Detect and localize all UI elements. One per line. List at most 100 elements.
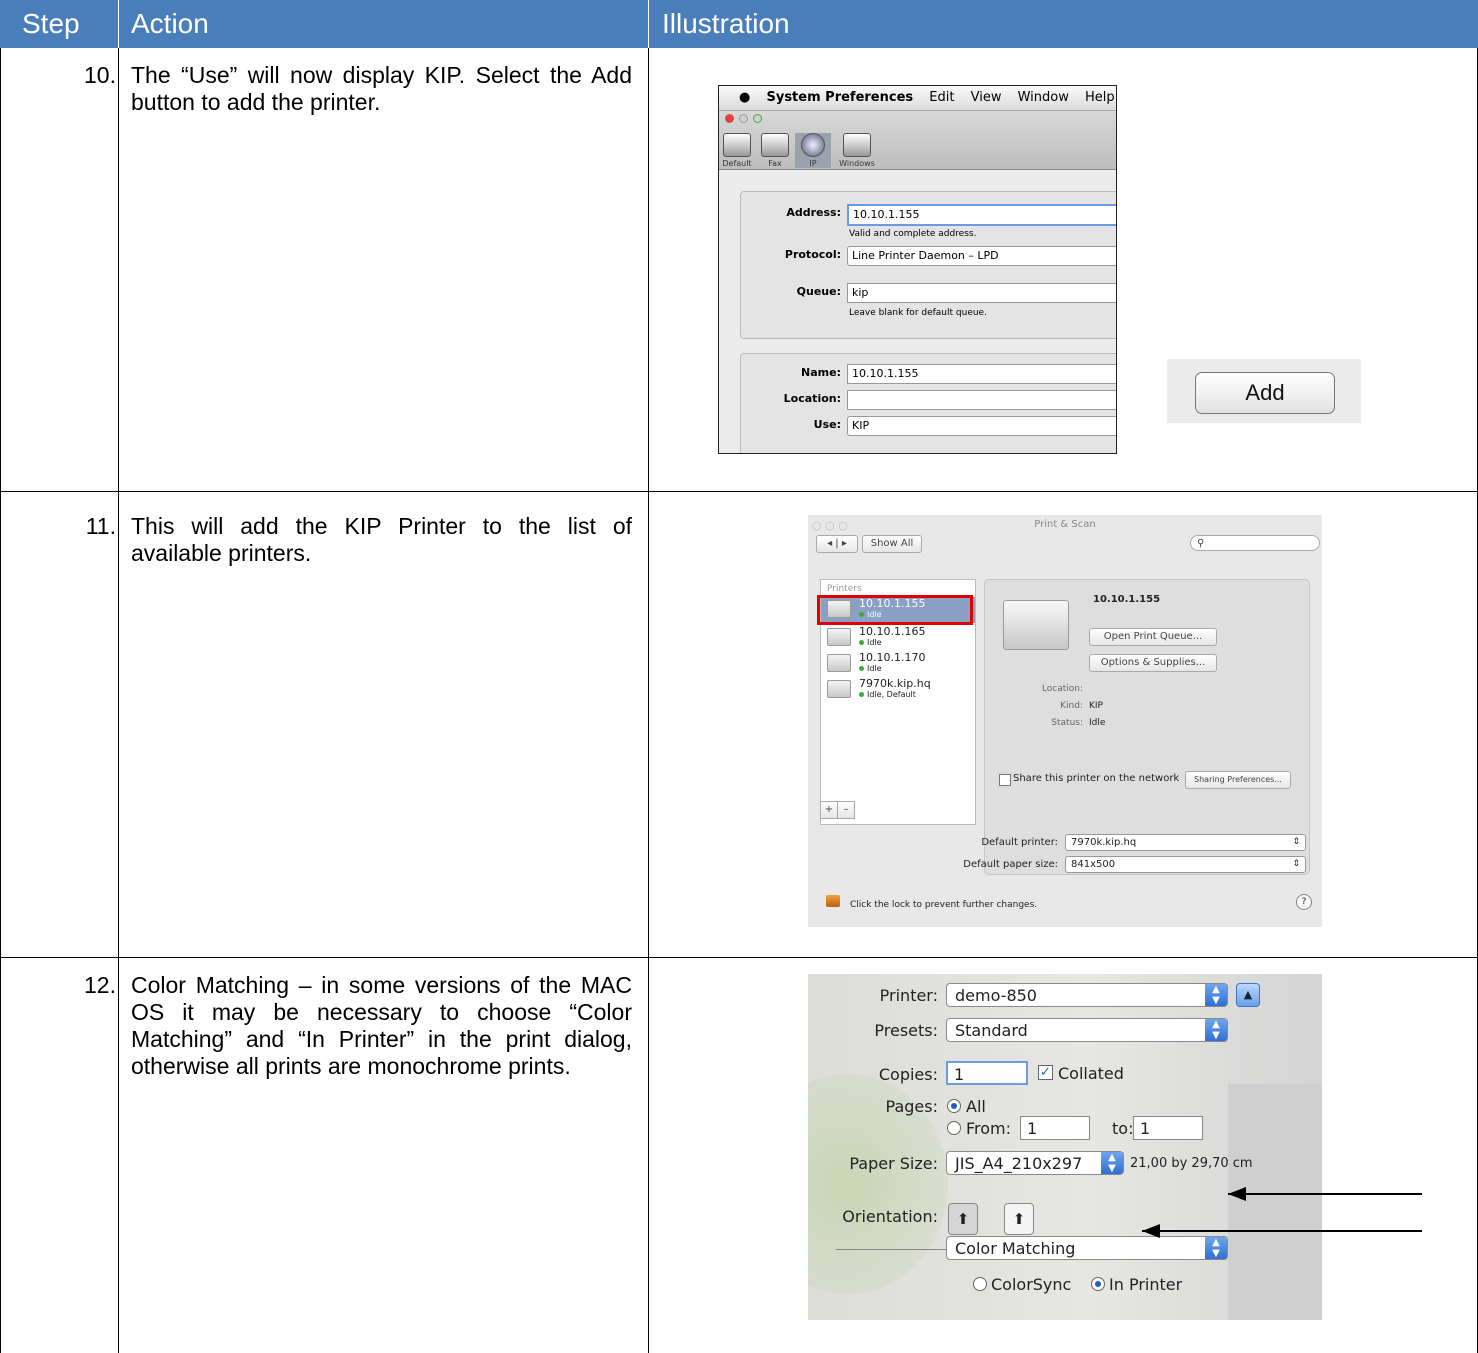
portrait-orientation-button[interactable]: ⬆︎	[948, 1203, 978, 1235]
printer-image	[1003, 600, 1069, 650]
step-description: Color Matching – in some versions of the…	[131, 972, 632, 1079]
search-input[interactable]: ⚲	[1190, 535, 1320, 551]
printer-status: Idle, Default	[859, 690, 916, 699]
pages-from-radio[interactable]	[947, 1121, 961, 1135]
colorsync-label: ColorSync	[991, 1275, 1072, 1294]
printer-icon	[723, 133, 751, 157]
address-field[interactable]: 10.10.1.155	[847, 204, 1116, 226]
name-field[interactable]: 10.10.1.155	[847, 364, 1116, 384]
share-checkbox[interactable]	[999, 774, 1011, 786]
annotation-arrows	[1142, 1187, 1422, 1238]
pages-label: Pages:	[885, 1097, 938, 1116]
in-printer-radio[interactable]	[1091, 1277, 1105, 1291]
minimize-icon[interactable]	[739, 114, 748, 123]
printers-header: Printers	[827, 584, 862, 594]
show-all-button[interactable]: Show All	[862, 535, 922, 553]
header-action: Action	[131, 8, 209, 39]
window-title: Print & Scan	[1034, 519, 1096, 530]
header-divider	[118, 0, 119, 48]
step-number: 12.	[84, 972, 116, 998]
kind-value: KIP	[1089, 701, 1103, 711]
updown-icon: ⇕	[1292, 837, 1300, 847]
close-icon[interactable]	[725, 114, 734, 123]
menu-system-preferences[interactable]: System Preferences	[766, 90, 913, 105]
address-label: Address:	[786, 206, 841, 219]
menu-view[interactable]: View	[971, 90, 1002, 105]
menu-bar: ● System Preferences Edit View Window He…	[719, 86, 1116, 111]
menu-window[interactable]: Window	[1018, 90, 1069, 105]
toolbar-windows[interactable]: Windows	[835, 133, 879, 168]
to-field[interactable]: 1	[1133, 1116, 1203, 1140]
default-paper-select[interactable]: 841x500 ⇕	[1065, 856, 1306, 873]
screenshot-printer-setup: ● System Preferences Edit View Window He…	[718, 85, 1117, 454]
add-button[interactable]: Add	[1195, 372, 1335, 414]
menu-help[interactable]: Help	[1085, 90, 1115, 105]
list-item[interactable]: 10.10.1.165 Idle	[827, 625, 975, 651]
status-label: Status:	[1051, 718, 1083, 728]
in-printer-label: In Printer	[1109, 1275, 1183, 1294]
open-print-queue-button[interactable]: Open Print Queue...	[1089, 628, 1217, 646]
separator-line	[836, 1249, 948, 1250]
toolbar-default[interactable]: Default	[719, 133, 755, 168]
updown-icon: ▲ ▼	[1205, 1019, 1227, 1041]
globe-icon	[801, 133, 825, 157]
paper-size-label: Paper Size:	[849, 1154, 938, 1173]
default-printer-select[interactable]: 7970k.kip.hq ⇕	[1065, 834, 1306, 851]
pages-all-label: All	[966, 1097, 986, 1116]
apple-icon[interactable]: ●	[739, 90, 750, 105]
presets-select[interactable]: Standard ▲ ▼	[946, 1018, 1228, 1042]
screenshot-print-dialog: Printer: demo-850 ▲ ▼ ▲ Presets: Standard ▲…	[808, 974, 1322, 1320]
collated-checkbox[interactable]: ✓	[1038, 1065, 1053, 1080]
table-border	[648, 48, 649, 1353]
address-panel: Address: 10.10.1.155 Valid and complete …	[740, 191, 1116, 339]
updown-icon: ▲ ▼	[1205, 984, 1227, 1006]
lock-text: Click the lock to prevent further change…	[850, 900, 1038, 910]
help-icon[interactable]: ?	[1296, 894, 1312, 910]
lock-icon[interactable]	[826, 895, 840, 907]
row-divider	[0, 491, 1478, 492]
row-divider	[0, 957, 1478, 958]
from-field[interactable]: 1	[1020, 1116, 1090, 1140]
orientation-label: Orientation:	[842, 1207, 938, 1226]
arrow-to-color-matching	[1142, 1224, 1422, 1238]
toolbar: Default Fax IP Windows	[719, 111, 1116, 170]
toolbar-fax[interactable]: Fax	[757, 133, 793, 168]
menu-edit[interactable]: Edit	[929, 90, 954, 105]
printer-select[interactable]: demo-850 ▲ ▼	[946, 983, 1228, 1007]
location-label: Location:	[783, 392, 841, 405]
copies-field[interactable]: 1	[946, 1061, 1028, 1085]
printer-status: Idle	[859, 664, 882, 673]
landscape-icon: ⬆︎	[1012, 1210, 1026, 1228]
add-printer-button[interactable]: +	[820, 801, 838, 819]
colorsync-radio[interactable]	[973, 1277, 987, 1291]
remove-printer-button[interactable]: –	[837, 801, 855, 819]
protocol-label: Protocol:	[784, 248, 841, 261]
use-label: Use:	[813, 418, 841, 431]
default-paper-label: Default paper size:	[963, 859, 1058, 870]
status-value: Idle	[1089, 718, 1106, 728]
selection-highlight	[817, 595, 973, 625]
table-border	[118, 48, 119, 1353]
landscape-orientation-button[interactable]: ⬆︎	[1004, 1203, 1034, 1235]
back-forward-buttons[interactable]: ◂ | ▸	[816, 535, 858, 553]
paper-size-select[interactable]: JIS_A4_210x297 ▲ ▼	[946, 1151, 1124, 1175]
printer-name: 7970k.kip.hq	[859, 677, 931, 690]
list-item[interactable]: 7970k.kip.hq Idle, Default	[827, 677, 975, 703]
protocol-select[interactable]: Line Printer Daemon – LPD	[847, 246, 1116, 266]
collated-label: Collated	[1058, 1064, 1124, 1083]
printer-name: 10.10.1.165	[859, 625, 926, 638]
options-supplies-button[interactable]: Options & Supplies...	[1089, 654, 1217, 672]
status-dot-icon	[859, 666, 864, 671]
printer-detail-panel: 10.10.1.155 Open Print Queue... Options …	[984, 579, 1310, 875]
printer-name: 10.10.1.170	[859, 651, 926, 664]
pages-all-radio[interactable]	[947, 1099, 961, 1113]
updown-icon: ⇕	[1292, 859, 1300, 869]
zoom-icon[interactable]	[753, 114, 762, 123]
queue-field[interactable]: kip	[847, 283, 1116, 303]
toolbar-ip[interactable]: IP	[795, 133, 831, 168]
list-item[interactable]: 10.10.1.170 Idle	[827, 651, 975, 677]
sharing-preferences-button[interactable]: Sharing Preferences...	[1185, 771, 1291, 789]
location-field[interactable]	[847, 390, 1116, 410]
use-select[interactable]: KIP	[847, 416, 1116, 436]
disclosure-button[interactable]: ▲	[1236, 983, 1260, 1007]
